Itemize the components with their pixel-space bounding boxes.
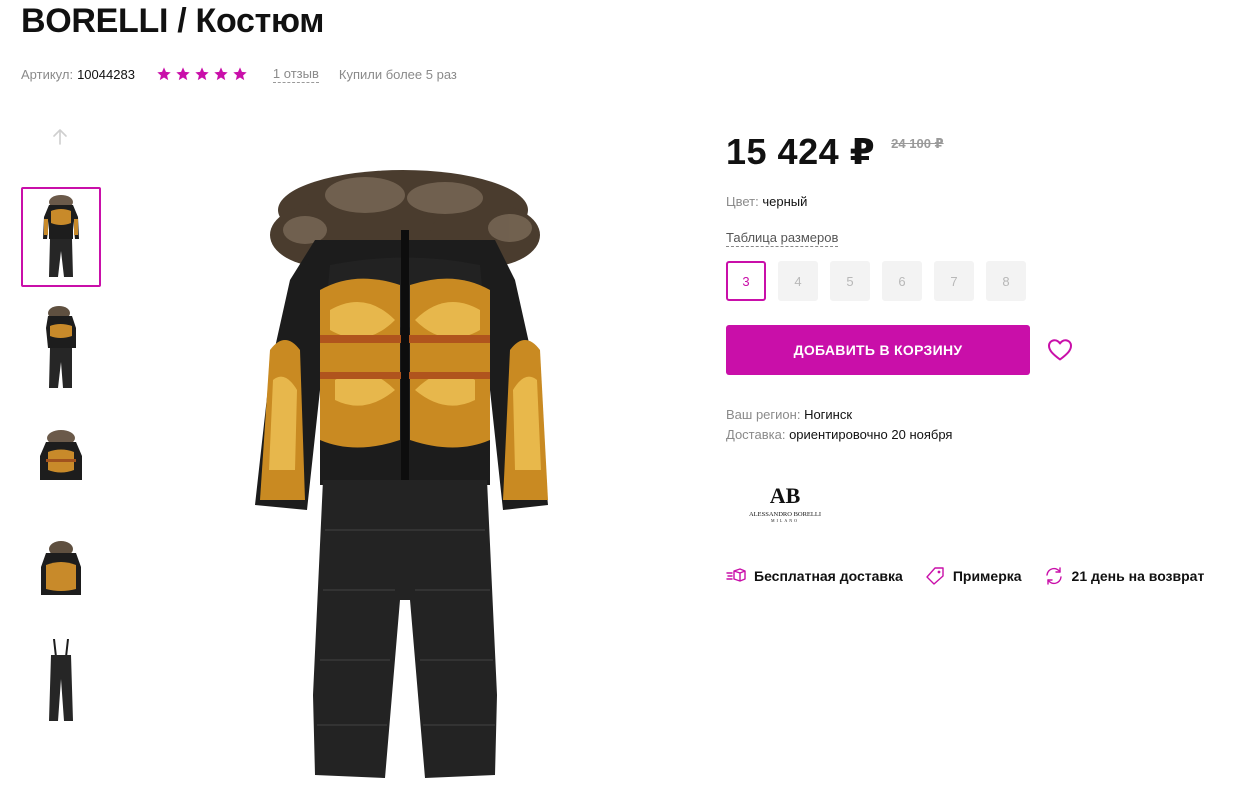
rating-stars[interactable] <box>156 66 251 82</box>
feature-free-delivery[interactable]: Бесплатная доставка <box>726 566 903 586</box>
reviews-link[interactable]: 1 отзыв <box>272 66 319 83</box>
size-table-link[interactable]: Таблица размеров <box>726 230 839 247</box>
thumbnail-item[interactable] <box>21 519 101 619</box>
product-main-image[interactable] <box>245 150 565 795</box>
feature-label: Бесплатная доставка <box>754 568 903 584</box>
tag-icon <box>926 567 944 585</box>
feature-returns[interactable]: 21 день на возврат <box>1044 566 1205 586</box>
thumbnail-item[interactable] <box>21 187 101 287</box>
star-icon <box>157 67 171 81</box>
svg-text:AB: AB <box>770 483 801 508</box>
size-option[interactable]: 7 <box>934 261 974 301</box>
old-price: 24 100 ₽ <box>891 136 944 151</box>
color-info: Цвет: черный <box>726 194 807 209</box>
heart-icon[interactable] <box>1047 338 1073 362</box>
add-to-cart-button[interactable]: ДОБАВИТЬ В КОРЗИНУ <box>726 325 1030 375</box>
star-icon <box>176 67 190 81</box>
features-list: Бесплатная доставка Примерка 21 день на … <box>726 566 1204 586</box>
suit-photo-image <box>255 170 548 778</box>
delivery-info: Ваш регион: Ногинск Доставка: ориентиров… <box>726 405 952 445</box>
feature-fitting[interactable]: Примерка <box>925 566 1022 586</box>
arrow-up-icon[interactable] <box>50 127 70 147</box>
thumbnail-item[interactable] <box>21 298 101 398</box>
delivery-box-icon <box>726 568 746 582</box>
feature-label: Примерка <box>952 568 1022 584</box>
price-block: 15 424 ₽ 24 100 ₽ <box>726 131 944 173</box>
svg-text:ALESSANDRO BORELLI: ALESSANDRO BORELLI <box>749 511 821 518</box>
star-icon <box>233 67 247 81</box>
star-icon <box>195 67 209 81</box>
product-title: BORELLI / Костюм <box>21 2 325 40</box>
bought-count: Купили более 5 раз <box>338 66 457 82</box>
current-price: 15 424 ₽ <box>726 131 876 172</box>
trousers-thumbnail-image <box>49 639 73 721</box>
feature-label: 21 день на возврат <box>1071 568 1205 584</box>
sku-label: Артикул: <box>21 66 74 82</box>
size-option[interactable]: 6 <box>882 261 922 301</box>
size-option[interactable]: 4 <box>778 261 818 301</box>
product-meta: Артикул: 10044283 1 отзыв Купили более 5… <box>21 64 457 84</box>
suit-thumbnail-image <box>43 195 79 277</box>
delivery-date: ориентировочно 20 ноября <box>789 427 953 442</box>
brand-logo[interactable]: AB ALESSANDRO BORELLI MILANO <box>738 482 832 524</box>
sku-value: 10044283 <box>77 66 135 82</box>
color-value: черный <box>762 194 808 209</box>
svg-text:MILANO: MILANO <box>771 518 799 523</box>
size-selector: 3 4 5 6 7 8 <box>726 261 1038 301</box>
return-arrows-icon <box>1045 567 1062 585</box>
size-option[interactable]: 3 <box>726 261 766 301</box>
star-icon <box>214 67 228 81</box>
delivery-label: Доставка: <box>726 427 786 442</box>
thumbnail-item[interactable] <box>21 408 101 508</box>
thumbnail-item[interactable] <box>21 629 101 729</box>
region-value[interactable]: Ногинск <box>804 407 852 422</box>
jacket-back-thumbnail-image <box>41 541 81 595</box>
size-option[interactable]: 8 <box>986 261 1026 301</box>
suit-side-thumbnail-image <box>46 306 76 388</box>
region-label: Ваш регион: <box>726 407 801 422</box>
jacket-thumbnail-image <box>40 430 82 480</box>
color-label: Цвет: <box>726 194 759 209</box>
size-option[interactable]: 5 <box>830 261 870 301</box>
